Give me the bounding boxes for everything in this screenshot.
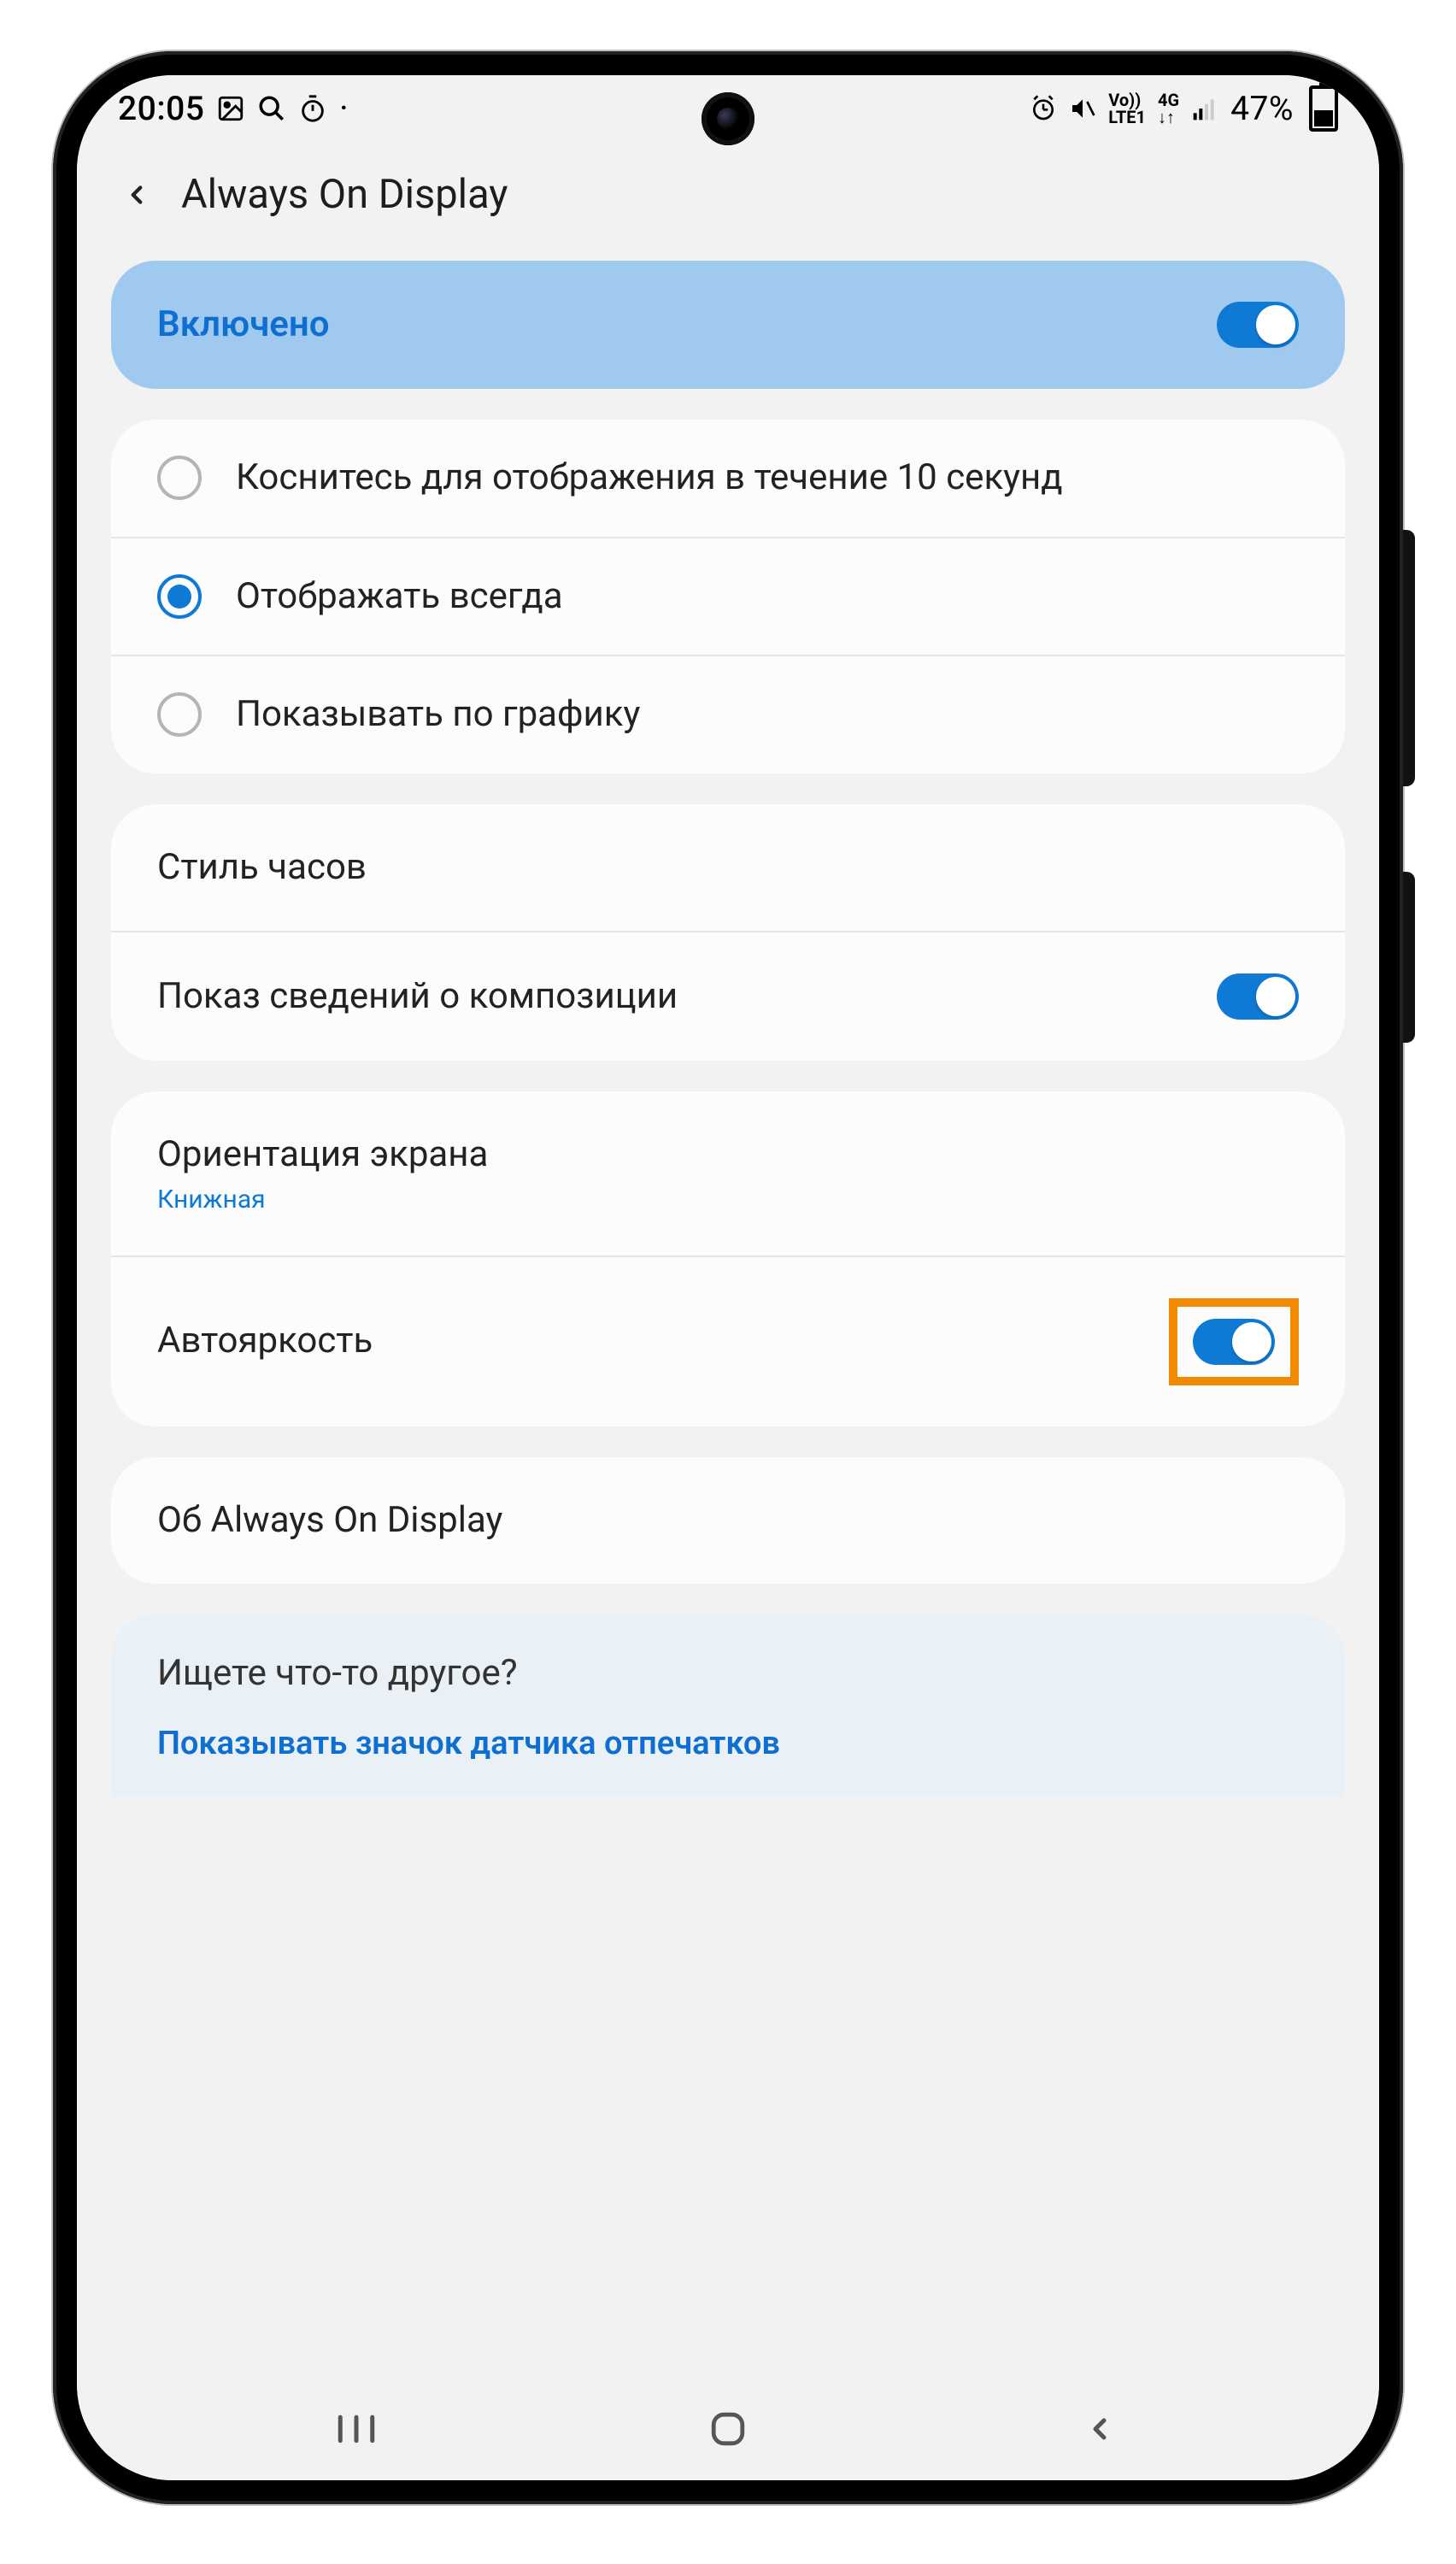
orientation-label: Ориентация экрана — [157, 1132, 488, 1178]
more-dot: · — [339, 91, 348, 126]
auto-brightness-row[interactable]: Автояркость — [111, 1256, 1345, 1426]
volte-indicator: Vo))LTE1 — [1108, 91, 1146, 126]
status-right: Vo))LTE1 4G↓↑ 47% — [1030, 85, 1338, 132]
about-row[interactable]: Об Always On Display — [111, 1457, 1345, 1585]
camera-punch-hole — [702, 92, 754, 145]
auto-brightness-label: Автояркость — [157, 1319, 373, 1364]
enabled-toggle[interactable] — [1217, 302, 1299, 348]
back-nav-button[interactable] — [1072, 2402, 1127, 2456]
enabled-label: Включено — [157, 303, 330, 348]
orientation-row[interactable]: Ориентация экрана Книжная — [111, 1091, 1345, 1256]
phone-screen: 20:05 · Vo))LTE1 — [77, 75, 1379, 2480]
music-info-label: Показ сведений о композиции — [157, 974, 678, 1020]
enabled-card: Включено — [111, 261, 1345, 389]
signal-icon — [1191, 95, 1218, 122]
auto-brightness-toggle[interactable] — [1193, 1319, 1275, 1365]
mute-vibrate-icon — [1069, 95, 1096, 122]
content: Включено Коснитесь для отображения в теч… — [77, 261, 1379, 2378]
display-mode-card: Коснитесь для отображения в течение 10 с… — [111, 420, 1345, 773]
highlight-box — [1169, 1298, 1299, 1385]
page-title: Always On Display — [181, 171, 508, 218]
radio-tap-to-show[interactable]: Коснитесь для отображения в течение 10 с… — [111, 420, 1345, 537]
orientation-value: Книжная — [157, 1185, 266, 1214]
radio-icon — [157, 574, 202, 619]
phone-frame: 20:05 · Vo))LTE1 — [53, 51, 1403, 2504]
recent-apps-button[interactable] — [329, 2402, 384, 2456]
radio-label: Коснитесь для отображения в течение 10 с… — [236, 456, 1063, 501]
navigation-bar — [77, 2378, 1379, 2480]
battery-icon — [1309, 85, 1338, 132]
music-info-row[interactable]: Показ сведений о композиции — [111, 931, 1345, 1061]
clock-card: Стиль часов Показ сведений о композиции — [111, 804, 1345, 1061]
stopwatch-icon — [298, 94, 327, 123]
clock-style-label: Стиль часов — [157, 845, 367, 891]
status-time: 20:05 — [118, 89, 204, 128]
radio-show-scheduled[interactable]: Показывать по графику — [111, 655, 1345, 773]
hint-link[interactable]: Показывать значок датчика отпечатков — [111, 1709, 1345, 1797]
battery-percentage: 47% — [1230, 89, 1294, 128]
radio-icon — [157, 692, 202, 737]
hint-title: Ищете что-то другое? — [111, 1614, 1345, 1709]
radio-label: Отображать всегда — [236, 574, 563, 620]
status-left: 20:05 · — [118, 89, 348, 128]
alarm-icon — [1030, 95, 1057, 122]
enabled-row[interactable]: Включено — [111, 261, 1345, 389]
hint-card: Ищете что-то другое? Показывать значок д… — [111, 1614, 1345, 1797]
phone-side-button — [1403, 530, 1415, 786]
clock-style-row[interactable]: Стиль часов — [111, 804, 1345, 932]
screen-card: Ориентация экрана Книжная Автояркость — [111, 1091, 1345, 1426]
radio-show-always[interactable]: Отображать всегда — [111, 537, 1345, 656]
image-icon — [216, 94, 245, 123]
search-icon — [257, 94, 286, 123]
music-info-toggle[interactable] — [1217, 973, 1299, 1020]
about-card: Об Always On Display — [111, 1457, 1345, 1585]
page-header: Always On Display — [77, 142, 1379, 261]
radio-label: Показывать по графику — [236, 692, 640, 738]
home-button[interactable] — [701, 2402, 755, 2456]
radio-icon — [157, 456, 202, 500]
network-4g-indicator: 4G↓↑ — [1158, 91, 1179, 126]
about-label: Об Always On Display — [157, 1498, 502, 1544]
phone-side-button-2 — [1403, 872, 1415, 1043]
back-button[interactable] — [118, 176, 156, 214]
